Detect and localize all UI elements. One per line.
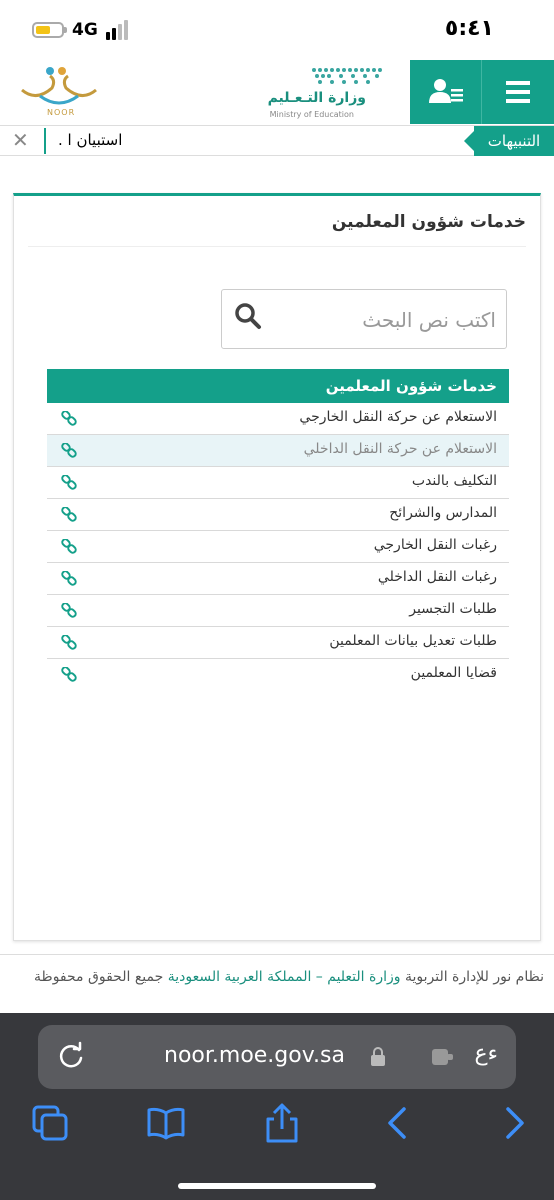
list-item[interactable]: طلبات التجسير	[47, 595, 509, 627]
list-item[interactable]: طلبات تعديل بيانات المعلمين	[47, 627, 509, 659]
forward-icon[interactable]	[494, 1103, 534, 1143]
user-menu-button[interactable]	[410, 60, 482, 124]
list-item[interactable]: الاستعلام عن حركة النقل الداخلي	[47, 435, 509, 467]
page-title: خدمات شؤون المعلمين	[331, 212, 526, 232]
status-bar: 4G ٥:٤١	[0, 0, 554, 60]
url-text[interactable]: noor.moe.gov.sa	[164, 1043, 345, 1068]
footer-link[interactable]: وزارة التعليم – المملكة العربية السعودية	[168, 969, 401, 985]
list-item[interactable]: الاستعلام عن حركة النقل الخارجي	[47, 403, 509, 435]
home-indicator	[178, 1183, 376, 1189]
site-header: NOOR وزارة التـعـليم Ministry of Educati…	[0, 60, 554, 126]
tabs-icon[interactable]	[30, 1103, 70, 1143]
browser-toolbar	[0, 1099, 554, 1149]
services-header: خدمات شؤون المعلمين	[47, 369, 509, 403]
noor-logo[interactable]: NOOR	[14, 62, 104, 122]
back-icon[interactable]	[378, 1103, 418, 1143]
services-list: خدمات شؤون المعلمين الاستعلام عن حركة ال…	[47, 369, 509, 691]
link-icon	[61, 411, 77, 426]
address-bar[interactable]: noor.moe.gov.sa ءع	[38, 1025, 516, 1089]
hamburger-menu-button[interactable]	[482, 60, 554, 124]
status-time: ٥:٤١	[444, 16, 494, 41]
alerts-text[interactable]: استبيان ا .	[58, 131, 122, 149]
bookmarks-icon[interactable]	[146, 1103, 186, 1143]
list-item-label: المدارس والشرائح	[389, 505, 497, 521]
list-item-label: الاستعلام عن حركة النقل الخارجي	[299, 409, 497, 425]
ministry-name-ar: وزارة التـعـليم	[267, 90, 366, 106]
list-item[interactable]: رغبات النقل الخارجي	[47, 531, 509, 563]
list-item[interactable]: قضايا المعلمين	[47, 659, 509, 691]
ministry-logo: وزارة التـعـليم Ministry of Education	[262, 62, 402, 122]
page-settings-label[interactable]: ءع	[475, 1041, 498, 1066]
services-card: خدمات شؤون المعلمين خدمات شؤون المعلمين …	[13, 193, 541, 941]
battery-icon	[32, 22, 64, 38]
search-icon[interactable]	[234, 302, 262, 330]
link-icon	[61, 475, 77, 490]
list-item-label: التكليف بالندب	[411, 473, 497, 489]
lock-icon	[371, 1047, 385, 1066]
noor-label: NOOR	[47, 108, 76, 117]
link-icon	[61, 539, 77, 554]
list-item-label: رغبات النقل الداخلي	[377, 569, 497, 585]
hamburger-icon	[506, 81, 530, 103]
list-item[interactable]: المدارس والشرائح	[47, 499, 509, 531]
list-item-label: قضايا المعلمين	[410, 665, 497, 681]
alerts-ticker: ✕ استبيان ا . التنبيهات	[0, 126, 554, 156]
list-item[interactable]: رغبات النقل الداخلي	[47, 563, 509, 595]
close-icon[interactable]: ✕	[12, 128, 29, 152]
ministry-dots-icon	[312, 68, 382, 84]
extension-icon[interactable]	[430, 1045, 456, 1069]
page-footer: نظام نور للإدارة التربوية وزارة التعليم …	[10, 966, 544, 988]
list-item-label: رغبات النقل الخارجي	[373, 537, 497, 553]
footer-prefix: نظام نور للإدارة التربوية	[404, 969, 544, 985]
list-item-label: الاستعلام عن حركة النقل الداخلي	[303, 441, 497, 457]
browser-chrome: noor.moe.gov.sa ءع	[0, 1013, 554, 1200]
network-type: 4G	[72, 20, 98, 40]
link-icon	[61, 603, 77, 618]
link-icon	[61, 667, 77, 682]
link-icon	[61, 443, 77, 458]
ministry-name-en: Ministry of Education	[269, 110, 354, 119]
link-icon	[61, 635, 77, 650]
alerts-label: التنبيهات	[464, 126, 554, 156]
search-box	[221, 289, 507, 349]
footer-suffix: جميع الحقوق محفوظة	[34, 969, 164, 985]
reload-icon[interactable]	[56, 1041, 86, 1071]
user-list-icon	[428, 79, 463, 103]
link-icon	[61, 571, 77, 586]
list-item[interactable]: التكليف بالندب	[47, 467, 509, 499]
list-item-label: طلبات تعديل بيانات المعلمين	[329, 633, 497, 649]
signal-icon	[106, 18, 132, 40]
search-input[interactable]	[272, 300, 496, 340]
link-icon	[61, 507, 77, 522]
share-icon[interactable]	[262, 1103, 302, 1143]
list-item-label: طلبات التجسير	[409, 601, 497, 617]
